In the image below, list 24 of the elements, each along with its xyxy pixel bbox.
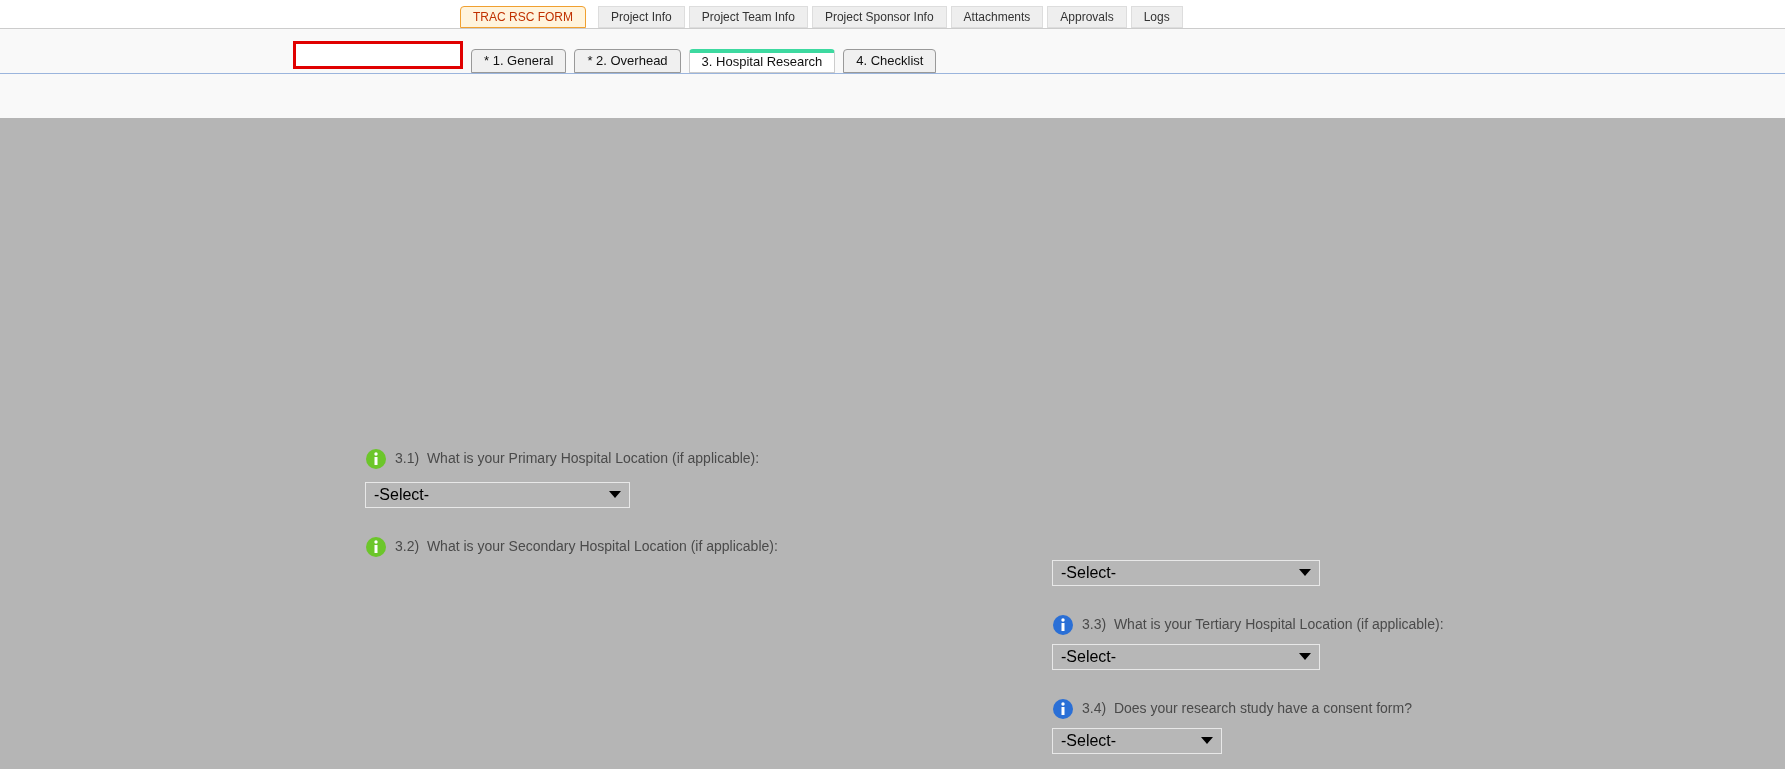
caret-icon: [1299, 653, 1311, 661]
select-dropdown[interactable]: -Select-: [1052, 643, 1320, 670]
section-tab[interactable]: Logs: [1130, 6, 1183, 29]
question-label: 3.2) What is your Secondary Hospital Location (if applicable):: [395, 537, 778, 557]
question-label: 3.3) What is your Tertiary Hospital Location (if applicable):: [1082, 615, 1444, 635]
step-tab[interactable]: 4. Checklist: [843, 48, 937, 73]
caret-icon: [609, 491, 621, 499]
select-dropdown[interactable]: -Select-: [1052, 727, 1222, 754]
section-tab[interactable]: Approvals: [1047, 6, 1127, 29]
section-tab[interactable]: Project Team Info: [688, 6, 808, 29]
select-dropdown[interactable]: -Select-: [365, 481, 630, 508]
caret-icon: [1201, 737, 1213, 745]
text-field[interactable]: [293, 40, 463, 69]
section-tab[interactable]: Attachments: [950, 6, 1044, 29]
question-label: 3.4) Does your research study have a consent form?: [1082, 699, 1412, 719]
step-tab[interactable]: 3. Hospital Research: [688, 48, 836, 73]
caret-icon: [1299, 569, 1311, 577]
step-tab[interactable]: * 1. General: [471, 48, 567, 73]
question-label: 3.1) What is your Primary Hospital Location (if applicable):: [395, 449, 760, 469]
section-tab[interactable]: Project Info: [598, 6, 685, 29]
step-tab[interactable]: * 2. Overhead: [574, 48, 681, 73]
section-tab[interactable]: Project Sponsor Info: [811, 6, 947, 29]
select-dropdown[interactable]: -Select-: [1052, 559, 1320, 586]
top-tab[interactable]: TRAC RSC FORM: [460, 6, 586, 29]
